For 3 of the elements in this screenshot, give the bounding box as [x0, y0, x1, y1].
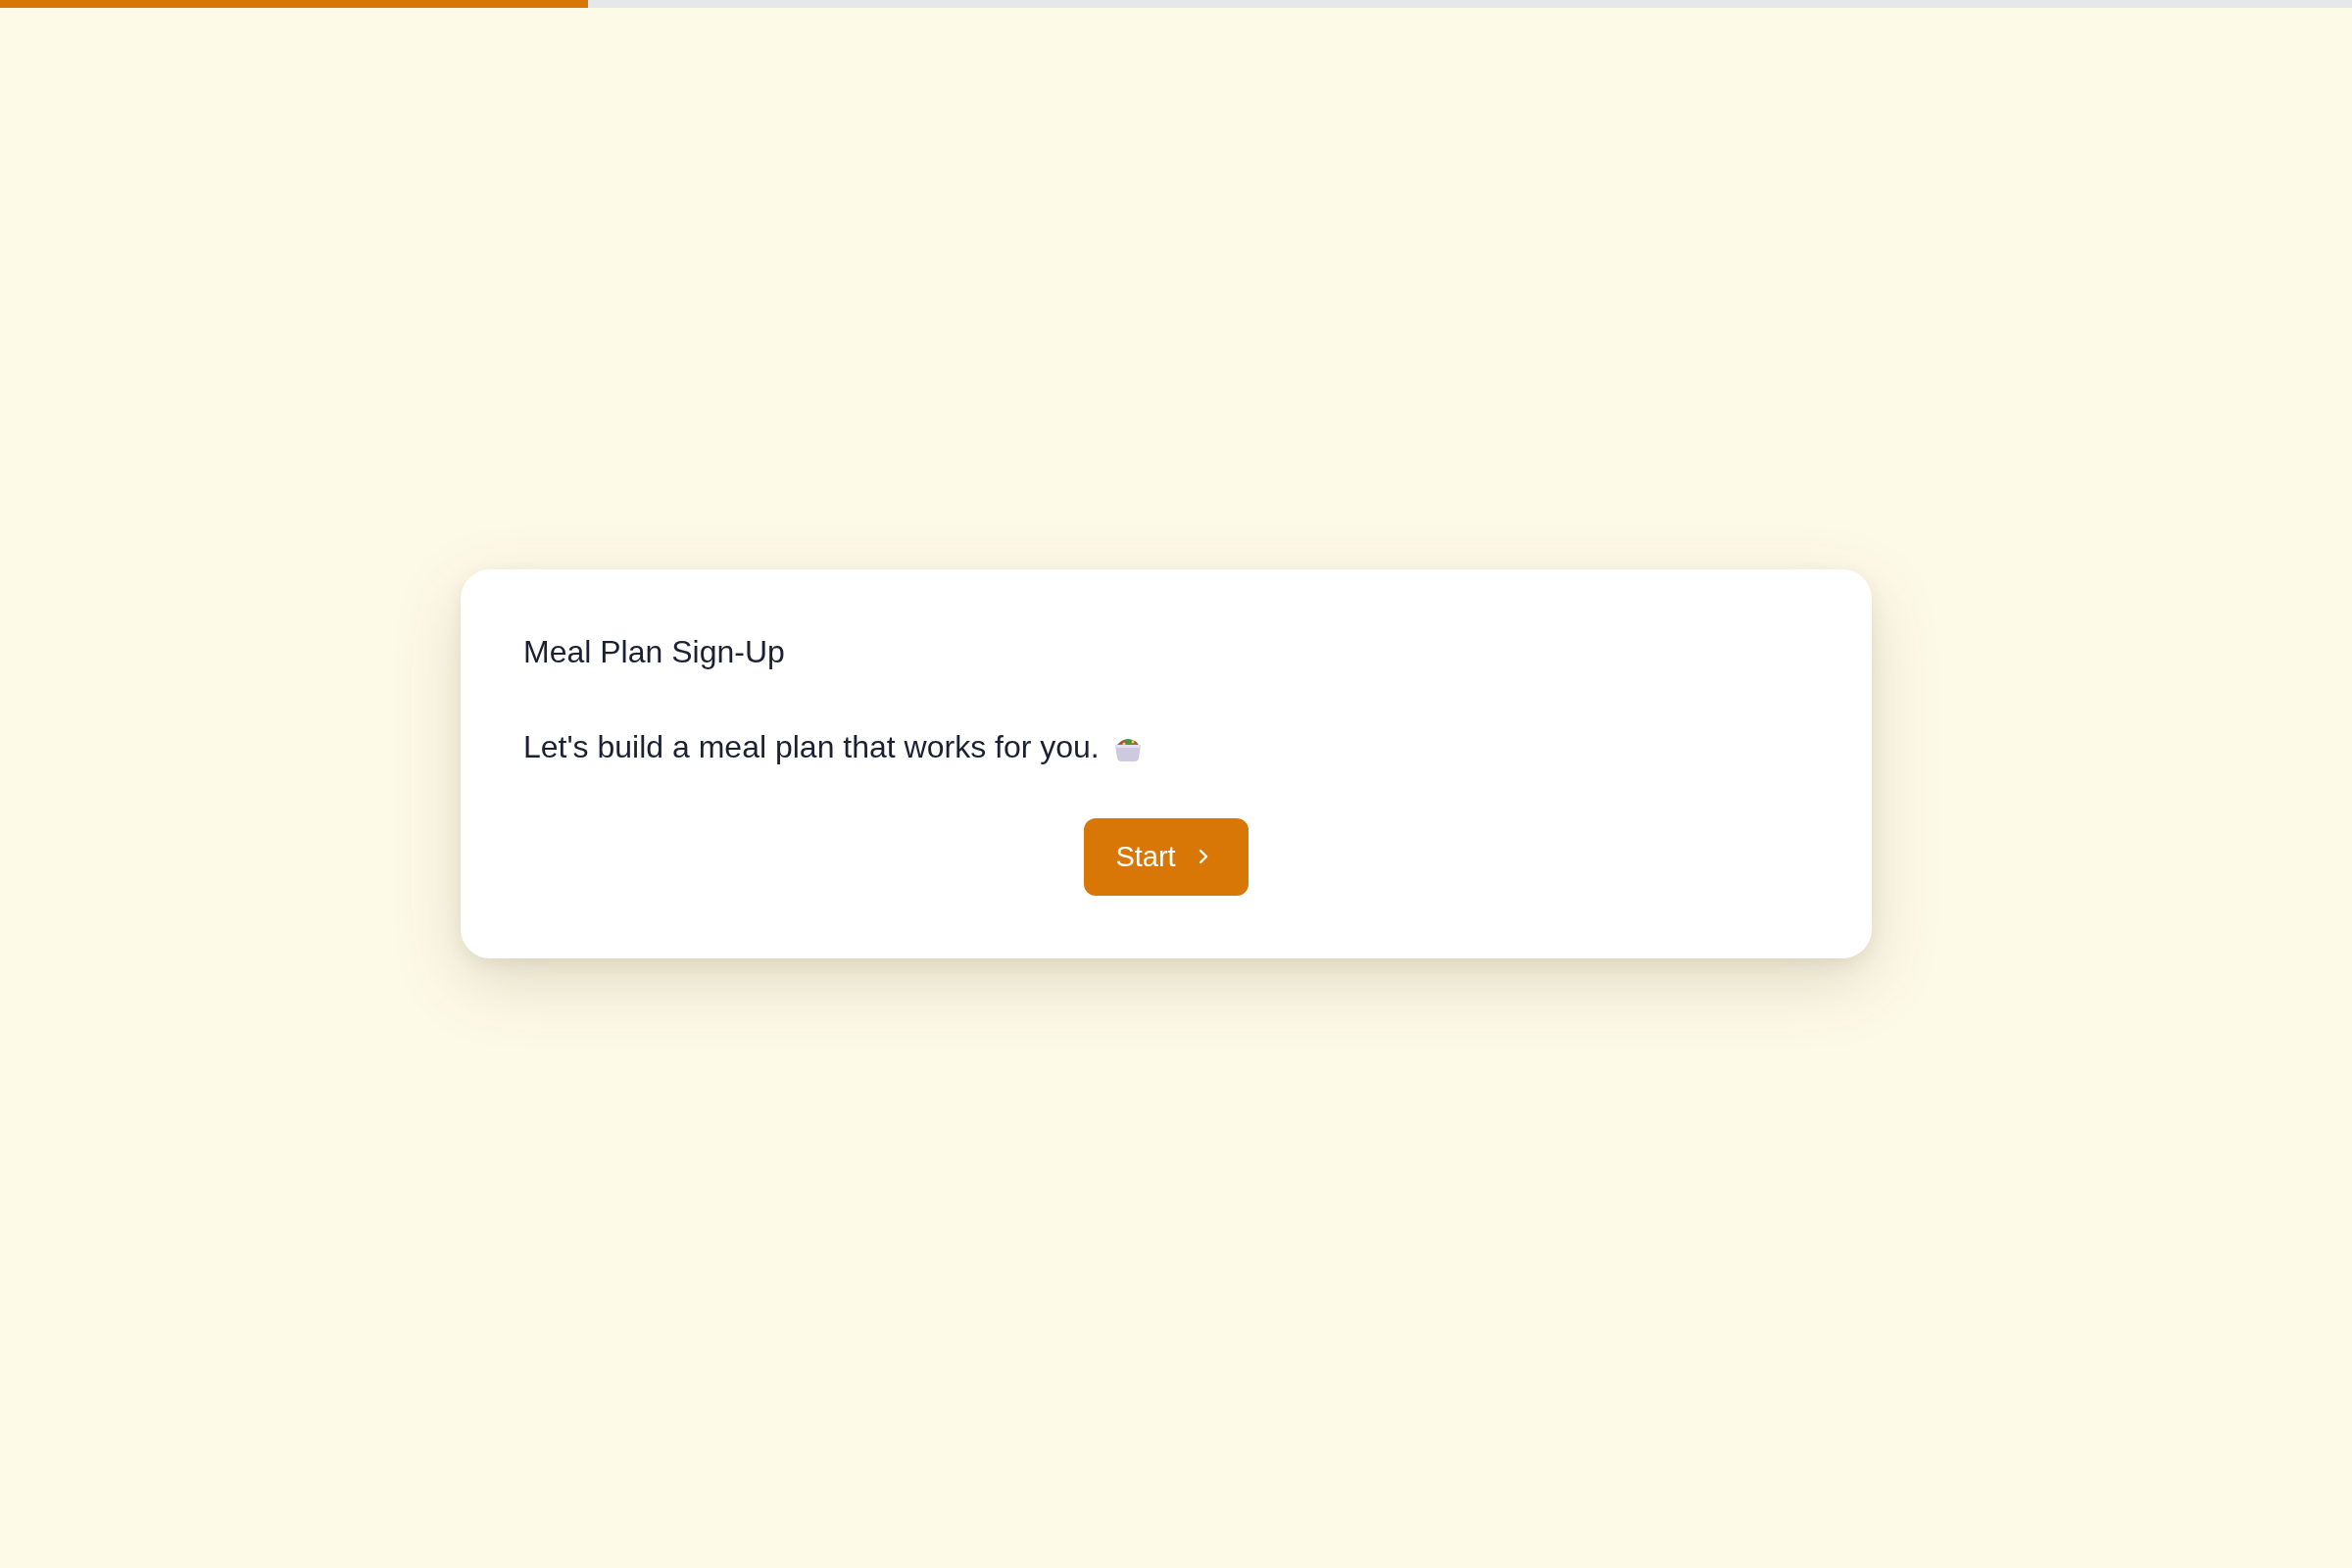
- card-title: Meal Plan Sign-Up: [523, 632, 785, 671]
- intro-text: Let's build a meal plan that works for you.: [523, 727, 1100, 766]
- start-button[interactable]: Start: [1084, 817, 1249, 896]
